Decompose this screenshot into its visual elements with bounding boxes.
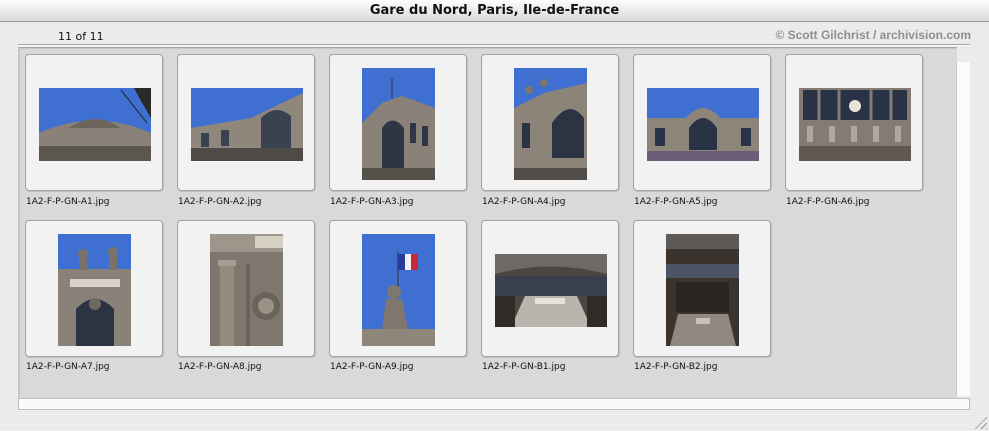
thumbnail-image [362, 68, 435, 180]
thumbnail-image [514, 68, 587, 180]
header-divider [18, 44, 970, 46]
thumbnail-slide[interactable] [25, 220, 163, 357]
thumbnail-slide[interactable] [481, 220, 619, 357]
thumbnail-image [362, 234, 435, 346]
thumbnail-caption: 1A2-F-P-GN-A9.jpg [330, 362, 414, 372]
thumbnail-caption: 1A2-F-P-GN-A3.jpg [330, 197, 414, 207]
thumbnail-slide[interactable] [177, 54, 315, 191]
thumbnail-image [39, 88, 151, 161]
thumbnail-slide[interactable] [25, 54, 163, 191]
thumbnail-image [495, 254, 607, 327]
image-count: 11 of 11 [58, 30, 104, 43]
thumbnail-image [647, 88, 759, 161]
thumbnail-caption: 1A2-F-P-GN-A6.jpg [786, 197, 870, 207]
horizontal-scrollbar[interactable] [18, 398, 970, 410]
thumbnail-image [210, 234, 283, 346]
thumbnail-slide[interactable] [633, 54, 771, 191]
thumbnail-slide[interactable] [633, 220, 771, 357]
thumbnail-caption: 1A2-F-P-GN-B2.jpg [634, 362, 718, 372]
thumbnail-slide[interactable] [329, 220, 467, 357]
thumbnail-image [799, 88, 911, 161]
thumbnail-slide[interactable] [785, 54, 923, 191]
resize-grip-icon[interactable] [973, 415, 987, 429]
thumbnail-caption: 1A2-F-P-GN-A5.jpg [634, 197, 718, 207]
window-title-bar[interactable]: Gare du Nord, Paris, Ile-de-France [0, 0, 989, 22]
thumbnail-caption: 1A2-F-P-GN-A4.jpg [482, 197, 566, 207]
thumbnail-slide[interactable] [177, 220, 315, 357]
window-title: Gare du Nord, Paris, Ile-de-France [369, 3, 620, 18]
thumbnail-caption: 1A2-F-P-GN-A7.jpg [26, 362, 110, 372]
vertical-scrollbar[interactable] [956, 62, 970, 396]
thumbnail-caption: 1A2-F-P-GN-A8.jpg [178, 362, 262, 372]
thumbnail-caption: 1A2-F-P-GN-A1.jpg [26, 197, 110, 207]
thumbnail-caption: 1A2-F-P-GN-B1.jpg [482, 362, 566, 372]
thumbnail-caption: 1A2-F-P-GN-A2.jpg [178, 197, 262, 207]
thumbnail-image [58, 234, 131, 346]
thumbnail-image [191, 88, 303, 161]
copyright-credit: © Scott Gilchrist / archivision.com [775, 28, 971, 42]
thumbnail-image [666, 234, 739, 346]
thumbnail-slide[interactable] [481, 54, 619, 191]
thumbnail-slide[interactable] [329, 54, 467, 191]
